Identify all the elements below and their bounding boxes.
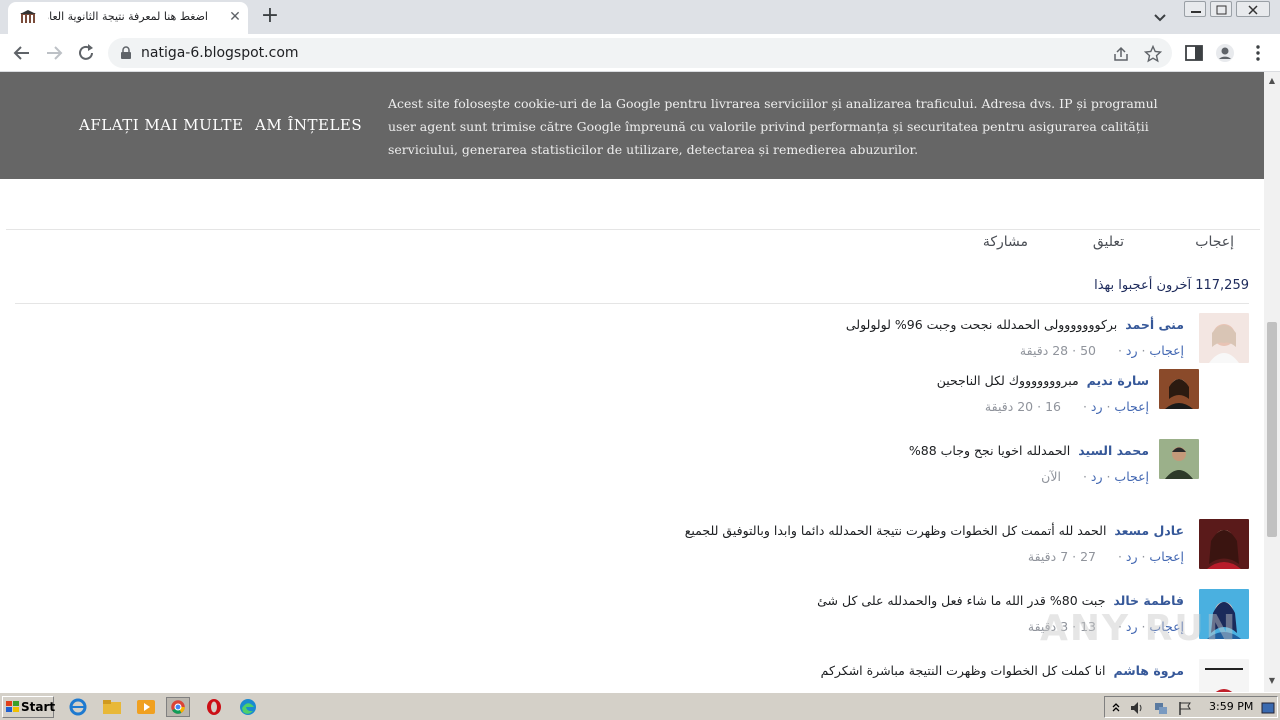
chevron-down-icon[interactable] [1150, 8, 1170, 28]
scroll-thumb[interactable] [1267, 322, 1277, 537]
scroll-up-icon[interactable]: ▲ [1267, 76, 1277, 86]
internet-explorer-icon[interactable] [66, 697, 90, 717]
page-viewport: AFLAȚI MAI MULTE AM ÎNȚELES Acest site f… [0, 72, 1264, 692]
windows-taskbar: Start 3:59 PM [0, 692, 1280, 720]
bookmark-star-icon[interactable] [1144, 45, 1162, 63]
cookie-consent-bar: AFLAȚI MAI MULTE AM ÎNȚELES Acest site f… [0, 72, 1264, 179]
opera-icon[interactable] [202, 697, 226, 717]
comment-text: الحمد لله أتممت كل الخطوات وظهرت نتيجة ا… [684, 523, 1107, 538]
comment-reply-button[interactable]: رد [1126, 549, 1138, 564]
comment-author[interactable]: فاطمة خالد [1113, 593, 1184, 608]
close-tab-icon[interactable]: ✕ [226, 8, 244, 26]
start-button[interactable]: Start [2, 696, 56, 718]
avatar[interactable] [1159, 369, 1199, 409]
comment-author[interactable]: محمد السيد [1078, 443, 1149, 458]
browser-tab[interactable]: اضغط هنا لمعرفة نتيجة الثانوية العامة ✕ [8, 2, 248, 34]
file-explorer-icon[interactable] [100, 697, 124, 717]
comment-item: عادل مسعد الحمد لله أتممت كل الخطوات وظه… [249, 519, 1249, 574]
lock-icon[interactable] [120, 46, 132, 60]
volume-icon[interactable] [1129, 700, 1145, 716]
likes-summary[interactable]: 117,259 آخرون أعجبوا بهذا [1094, 278, 1249, 293]
comment-time[interactable]: 7 دقيقة [1028, 549, 1068, 564]
learn-more-button[interactable]: AFLAȚI MAI MULTE [79, 116, 244, 134]
avatar[interactable] [1159, 439, 1199, 479]
side-panel-icon[interactable] [1184, 43, 1204, 63]
share-post-button[interactable]: مشاركة [983, 234, 1028, 250]
like-post-button[interactable]: إعجاب [1195, 234, 1234, 250]
like-count: 16 [1045, 399, 1061, 414]
profile-avatar-icon[interactable] [1215, 43, 1235, 63]
share-icon[interactable] [1112, 45, 1130, 63]
action-center-flag-icon[interactable] [1177, 700, 1193, 716]
close-window-button[interactable] [1236, 1, 1270, 17]
kebab-menu-icon[interactable] [1248, 43, 1268, 63]
cookie-notice-text: Acest site folosește cookie-uri de la Go… [388, 96, 1158, 157]
comment-text: جبت 80% قدر الله ما شاء فعل والحمدلله عل… [817, 593, 1106, 608]
media-player-icon[interactable] [134, 697, 158, 717]
tab-title: اضغط هنا لمعرفة نتيجة الثانوية العامة [48, 10, 208, 23]
reply-item: سارة نديم مبروووووووك لكل الناجحين إعجاب… [299, 369, 1199, 424]
accept-cookies-button[interactable]: AM ÎNȚELES [255, 116, 362, 134]
comment-text: مبروووووووك لكل الناجحين [936, 373, 1079, 388]
browser-tabbar: اضغط هنا لمعرفة نتيجة الثانوية العامة ✕ … [0, 0, 1280, 34]
address-bar[interactable]: natiga-6.blogspot.com [108, 38, 1172, 68]
chevron-up-icon[interactable] [1111, 701, 1121, 713]
comment-author[interactable]: سارة نديم [1087, 373, 1149, 388]
edge-icon[interactable] [236, 697, 260, 717]
like-count: 27 [1080, 549, 1096, 564]
comment-text: الحمدلله اخويا نجح وجاب 88% [908, 443, 1071, 458]
divider [6, 229, 1260, 230]
chrome-icon[interactable] [166, 697, 190, 717]
clock[interactable]: 3:59 PM [1209, 700, 1253, 713]
comment-post-button[interactable]: تعليق [1093, 234, 1124, 250]
comment-reply-button[interactable]: رد [1091, 399, 1103, 414]
show-desktop-icon[interactable] [1261, 700, 1275, 716]
comment-time[interactable]: 20 دقيقة [985, 399, 1033, 414]
minimize-button[interactable] [1184, 1, 1206, 17]
windows-logo-icon [6, 701, 19, 712]
comment-like-button[interactable]: إعجاب [1114, 469, 1149, 484]
site-favicon-icon [20, 10, 36, 23]
network-icon[interactable] [1153, 700, 1169, 716]
comment-time[interactable]: الآن [1041, 469, 1061, 484]
system-tray: 3:59 PM [1104, 696, 1278, 718]
comment-time[interactable]: 28 دقيقة [1020, 343, 1068, 358]
comment-author[interactable]: منى أحمد [1125, 317, 1184, 332]
reload-icon[interactable] [74, 41, 98, 65]
avatar[interactable] [1199, 519, 1249, 569]
like-count: 50 [1080, 343, 1096, 358]
new-tab-button[interactable]: + [258, 5, 282, 29]
forward-arrow-icon[interactable] [42, 41, 66, 65]
comment-like-button[interactable]: إعجاب [1149, 549, 1184, 564]
comment-author[interactable]: عادل مسعد [1114, 523, 1184, 538]
watermark-logo: ANY RUN [1040, 608, 1238, 649]
page-scrollbar[interactable]: ▲ ▼ [1264, 72, 1280, 692]
comment-item: منى أحمد بركووووووولى الحمدلله نجحت وجبت… [249, 313, 1249, 368]
maximize-button[interactable] [1210, 1, 1232, 17]
comment-text: بركووووووولى الحمدلله نجحت وجبت 96% لولو… [845, 317, 1118, 332]
comment-like-button[interactable]: إعجاب [1114, 399, 1149, 414]
back-arrow-icon[interactable] [10, 41, 34, 65]
divider [15, 303, 1249, 304]
reply-item: محمد السيد الحمدلله اخويا نجح وجاب 88% إ… [299, 439, 1199, 494]
browser-toolbar: natiga-6.blogspot.com [0, 34, 1280, 72]
url-text[interactable]: natiga-6.blogspot.com [141, 45, 299, 61]
comment-reply-button[interactable]: رد [1091, 469, 1103, 484]
scroll-down-icon[interactable]: ▼ [1267, 676, 1277, 686]
start-label: Start [21, 700, 56, 714]
comment-reply-button[interactable]: رد [1126, 343, 1138, 358]
comment-like-button[interactable]: إعجاب [1149, 343, 1184, 358]
avatar[interactable] [1199, 313, 1249, 363]
